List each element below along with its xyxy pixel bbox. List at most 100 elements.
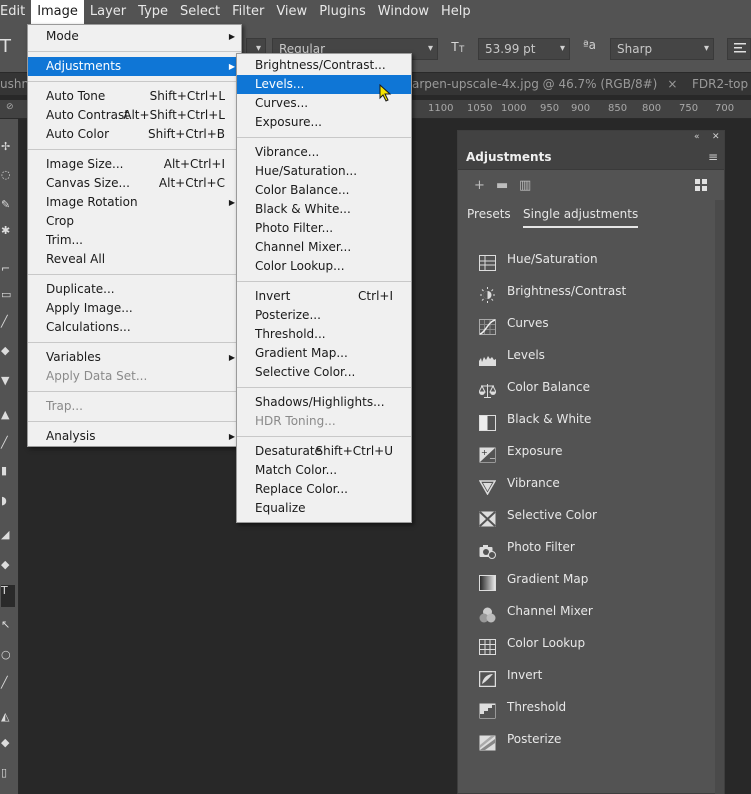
menu-item-adjustments[interactable]: Adjustments ▶ [28, 57, 241, 76]
menubar-item-image[interactable]: Image [31, 0, 84, 24]
menu-item-image-rotation[interactable]: Image Rotation ▶ [28, 193, 241, 212]
panel-scrollbar[interactable] [715, 200, 724, 794]
adjustment-item-gradient-map[interactable]: Gradient Map [458, 563, 726, 595]
dodge-tool-icon[interactable]: ◆ [1, 559, 15, 571]
menu-item-shadows-highlights[interactable]: Shadows/Highlights... [237, 393, 411, 412]
fg-bg-color-icon[interactable]: ◆ [1, 737, 15, 749]
adjustment-item-exposure[interactable]: + − Exposure [458, 435, 726, 467]
menu-item-threshold[interactable]: Threshold... [237, 325, 411, 344]
menu-item-auto-color[interactable]: Auto Color Shift+Ctrl+B [28, 125, 241, 144]
brush-tool-icon[interactable]: ▼ [1, 375, 15, 387]
font-size-field[interactable]: 53.99 pt ▾ [478, 38, 570, 60]
adjustment-item-levels[interactable]: Levels [458, 339, 726, 371]
menu-item-calculations[interactable]: Calculations... [28, 318, 241, 337]
menu-item-match-color[interactable]: Match Color... [237, 461, 411, 480]
close-tab-icon[interactable]: × [667, 77, 677, 91]
menubar-item-view[interactable]: View [270, 0, 313, 24]
adjustment-item-vibrance[interactable]: Vibrance [458, 467, 726, 499]
adjustment-item-black-white[interactable]: Black & White [458, 403, 726, 435]
menu-item-selective-color[interactable]: Selective Color... [237, 363, 411, 382]
menu-item-replace-color[interactable]: Replace Color... [237, 480, 411, 499]
adjustment-item-selective-color[interactable]: Selective Color [458, 499, 726, 531]
menubar-item-select[interactable]: Select [174, 0, 226, 24]
adjustment-item-color-balance[interactable]: Color Balance [458, 371, 726, 403]
adjustment-item-curves[interactable]: Curves [458, 307, 726, 339]
menu-item-photo-filter[interactable]: Photo Filter... [237, 219, 411, 238]
eyedropper-tool-icon[interactable]: ╱ [1, 316, 15, 328]
collapse-panel-icon[interactable]: « [694, 131, 700, 144]
menu-item-mode[interactable]: Mode ▶ [28, 27, 241, 46]
close-panel-icon[interactable]: ✕ [712, 131, 720, 144]
menu-item-apply-image[interactable]: Apply Image... [28, 299, 241, 318]
adjustment-item-photo-filter[interactable]: Photo Filter [458, 531, 726, 563]
adjustment-item-color-lookup[interactable]: Color Lookup [458, 627, 726, 659]
menu-item-channel-mixer[interactable]: Channel Mixer... [237, 238, 411, 257]
tab-partial-left[interactable]: ushn [0, 73, 29, 95]
healing-brush-tool-icon[interactable]: ◆ [1, 345, 15, 357]
menu-item-desaturate[interactable]: Desaturate Shift+Ctrl+U [237, 442, 411, 461]
menu-item-variables[interactable]: Variables ▶ [28, 348, 241, 367]
menu-item-auto-tone[interactable]: Auto Tone Shift+Ctrl+L [28, 87, 241, 106]
menubar-item-layer[interactable]: Layer [84, 0, 132, 24]
menu-item-color-lookup[interactable]: Color Lookup... [237, 257, 411, 276]
tab-next-document[interactable]: FDR2-top [692, 73, 748, 95]
menu-item-trim[interactable]: Trim... [28, 231, 241, 250]
menu-item-posterize[interactable]: Posterize... [237, 306, 411, 325]
frame-tool-icon[interactable]: ▭ [1, 289, 15, 301]
menu-item-invert[interactable]: Invert Ctrl+I [237, 287, 411, 306]
history-brush-tool-icon[interactable]: ╱ [1, 437, 15, 449]
type-tool-icon[interactable]: T [0, 36, 11, 57]
menu-item-auto-contrast[interactable]: Auto Contrast Alt+Shift+Ctrl+L [28, 106, 241, 125]
menu-item-analysis[interactable]: Analysis ▶ [28, 427, 241, 446]
quick-mask-icon[interactable]: ▯ [1, 767, 15, 779]
menubar-item-plugins[interactable]: Plugins [313, 0, 372, 24]
menu-item-equalize[interactable]: Equalize [237, 499, 411, 518]
zoom-tool-icon[interactable]: ◭ [1, 711, 15, 723]
menu-item-black-white[interactable]: Black & White... [237, 200, 411, 219]
move-tool-icon[interactable]: ✢ [1, 141, 15, 153]
stamp-tool-icon[interactable]: ▲ [1, 409, 15, 421]
menu-item-color-balance[interactable]: Color Balance... [237, 181, 411, 200]
tab-current-document[interactable]: arpen-upscale-4x.jpg @ 46.7% (RGB/8#) × [412, 73, 677, 95]
menu-item-gradient-map[interactable]: Gradient Map... [237, 344, 411, 363]
shape-tool-icon[interactable]: ○ [1, 649, 15, 661]
quick-select-tool-icon[interactable]: ✎ [1, 199, 15, 211]
menubar-item-filter[interactable]: Filter [226, 0, 270, 24]
path-select-tool-icon[interactable]: ↖ [1, 619, 15, 631]
grid-view-icon[interactable] [695, 179, 708, 192]
antialias-dropdown[interactable]: Sharp ▾ [610, 38, 714, 60]
adjustment-item-threshold[interactable]: Threshold [458, 691, 726, 723]
menu-item-brightness-contrast[interactable]: Brightness/Contrast... [237, 56, 411, 75]
hand-tool-icon[interactable]: ╱ [1, 677, 15, 689]
menu-item-reveal-all[interactable]: Reveal All [28, 250, 241, 269]
menubar-item-type[interactable]: Type [132, 0, 174, 24]
menu-item-image-size[interactable]: Image Size... Alt+Ctrl+I [28, 155, 241, 174]
adjustment-item-hue-saturation[interactable]: Hue/Saturation [458, 243, 726, 275]
panel-menu-icon[interactable]: ≡ [708, 150, 718, 164]
menubar-item-help[interactable]: Help [435, 0, 477, 24]
menu-item-exposure[interactable]: Exposure... [237, 113, 411, 132]
align-left-button[interactable] [727, 38, 751, 60]
lasso-tool-icon[interactable]: ◌ [1, 169, 15, 181]
menubar-item-window[interactable]: Window [372, 0, 435, 24]
trash-icon[interactable]: ▥ [519, 178, 531, 193]
menu-item-hue-saturation[interactable]: Hue/Saturation... [237, 162, 411, 181]
add-preset-icon[interactable]: + [474, 178, 485, 193]
tab-presets[interactable]: Presets [467, 207, 511, 221]
type-tool-active-icon[interactable]: T [1, 585, 15, 607]
adjustment-item-channel-mixer[interactable]: Channel Mixer [458, 595, 726, 627]
folder-icon[interactable]: ▬ [496, 178, 508, 193]
menu-item-duplicate[interactable]: Duplicate... [28, 280, 241, 299]
blur-tool-icon[interactable]: ◢ [1, 529, 15, 541]
menu-item-canvas-size[interactable]: Canvas Size... Alt+Ctrl+C [28, 174, 241, 193]
adjustment-item-posterize[interactable]: Posterize [458, 723, 726, 755]
menu-item-crop[interactable]: Crop [28, 212, 241, 231]
menubar-item-edit[interactable]: Edit [0, 0, 31, 24]
adjustment-item-brightness-contrast[interactable]: Brightness/Contrast [458, 275, 726, 307]
eraser-tool-icon[interactable]: ▮ [1, 465, 15, 477]
tab-single-adjustments[interactable]: Single adjustments [523, 207, 639, 228]
adjustment-item-invert[interactable]: Invert [458, 659, 726, 691]
gradient-tool-icon[interactable]: ◗ [1, 495, 15, 507]
magic-wand-tool-icon[interactable]: ✱ [1, 225, 15, 237]
menu-item-vibrance[interactable]: Vibrance... [237, 143, 411, 162]
